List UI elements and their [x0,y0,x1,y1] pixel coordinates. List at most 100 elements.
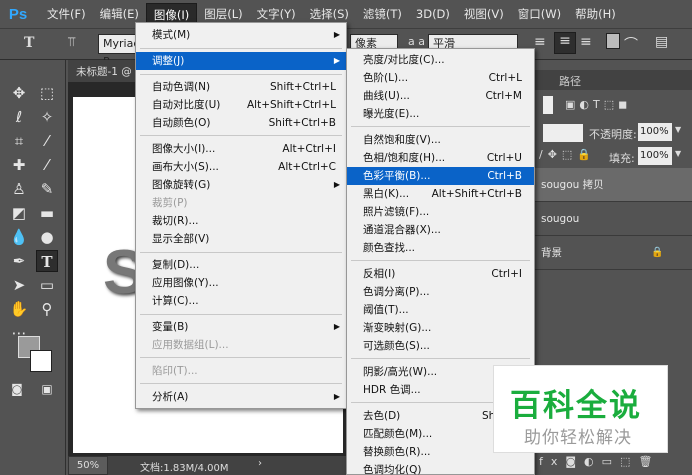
opacity-dropdown-icon[interactable]: ▼ [675,125,681,134]
screen-mode-icon[interactable]: ▣ [36,378,58,400]
image-menu-item[interactable]: 图像旋转(G) ▶ [136,176,346,194]
adjust-menu-item[interactable]: 颜色查找... [347,239,534,257]
history-brush-icon[interactable]: ✎ [36,178,58,200]
character-panel-icon[interactable]: ▤ [655,34,668,50]
image-menu-item[interactable]: 画布大小(S)... Alt+Ctrl+C [136,158,346,176]
text-color-swatch[interactable] [606,33,620,49]
doc-info[interactable]: 文档:1.83M/4.00M [140,459,229,474]
adjust-menu-item[interactable]: 曲线(U)... Ctrl+M [347,87,534,105]
lock-icons[interactable]: /✥⬚🔒 [539,148,596,161]
tab-paths[interactable]: 路径 [559,73,581,89]
menu-view[interactable]: 视图(V) [457,3,511,25]
adjust-menu-item[interactable]: 渐变映射(G)... [347,319,534,337]
adjust-menu-item[interactable]: 可选颜色(S)... [347,337,534,355]
eyedropper-icon[interactable]: ⁄ [36,130,58,152]
type-tool-icon[interactable]: T [36,250,58,272]
image-menu-item[interactable]: 自动对比度(U) Alt+Shift+Ctrl+L [136,96,346,114]
adjust-menu-item[interactable]: 色阶(L)... Ctrl+L [347,69,534,87]
hand-tool-icon[interactable]: ✋ [8,298,30,320]
adjust-menu-item[interactable]: 色相/饱和度(H)... Ctrl+U [347,149,534,167]
image-menu-item-shortcut: Alt+Shift+Ctrl+L [246,99,336,111]
zoom-tool-icon[interactable]: ⚲ [36,298,58,320]
image-menu-item[interactable]: 显示全部(V) [136,230,346,248]
layer-actions-bar[interactable]: fx◙◐▭⬚🗑 [535,452,692,475]
image-menu-item[interactable]: 模式(M) ▶ [136,26,346,44]
layer-filter-field[interactable] [543,96,553,114]
menu-help[interactable]: 帮助(H) [568,3,623,25]
image-menu-item[interactable]: 计算(C)... [136,292,346,310]
adjust-menu-item[interactable]: 色彩平衡(B)... Ctrl+B [347,167,534,185]
blend-mode-field[interactable] [543,124,583,142]
menu-3d[interactable]: 3D(D) [409,3,457,25]
layer-row[interactable]: sougou 拷贝 [535,168,692,202]
opacity-label: 不透明度: [589,128,637,141]
lasso-tool-icon[interactable]: ℓ [8,106,30,128]
image-menu-item[interactable]: 自动色调(N) Shift+Ctrl+L [136,78,346,96]
adjust-menu-item[interactable]: 曝光度(E)... [347,105,534,123]
adjust-menu-item[interactable]: 黑白(K)... Alt+Shift+Ctrl+B [347,185,534,203]
move-tool-icon[interactable]: ✥ [8,82,30,104]
align-right-icon[interactable]: ≡ [580,34,592,50]
rectangle-tool-icon[interactable]: ▭ [36,274,58,296]
stamp-tool-icon[interactable]: ♙ [8,178,30,200]
menu-filter[interactable]: 滤镜(T) [356,3,409,25]
font-family-field[interactable]: Myriad P [98,34,140,68]
fill-field[interactable]: 100% [638,147,672,165]
image-menu-item[interactable]: 裁切(R)... [136,212,346,230]
adjust-menu-item[interactable]: 通道混合器(X)... [347,221,534,239]
crop-tool-icon[interactable]: ⌗ [8,130,30,152]
warp-text-icon[interactable]: ⌒ [624,34,638,54]
magic-wand-icon[interactable]: ✧ [36,106,58,128]
align-center-icon[interactable]: ≡ [554,32,576,54]
image-menu-item[interactable]: 图像大小(I)... Alt+Ctrl+I [136,140,346,158]
image-menu-item[interactable]: 分析(A) ▶ [136,388,346,406]
document-tab[interactable]: 未标题-1 @ [76,64,132,79]
image-menu-item[interactable]: 应用图像(Y)... [136,274,346,292]
menu-file[interactable]: 文件(F) [40,3,93,25]
adjust-menu-item-label: 阴影/高光(W)... [363,366,438,378]
zoom-level[interactable]: 50% [68,456,108,475]
layer-row[interactable]: sougou [535,202,692,236]
background-color-swatch[interactable] [30,350,52,372]
image-menu-item[interactable]: 调整(J) ▶ [136,52,346,70]
quick-mask-icon[interactable]: ◙ [6,378,28,400]
gradient-tool-icon[interactable]: ▬ [36,202,58,224]
eraser-tool-icon[interactable]: ◩ [8,202,30,224]
adjust-menu-item[interactable]: 色调均化(Q) [347,461,534,475]
text-orientation-icon[interactable]: ⫪ [68,35,75,50]
layer-filter-icons[interactable]: ▣◐T⬚◼ [565,98,631,111]
adjust-menu-item[interactable]: 阈值(T)... [347,301,534,319]
dodge-tool-icon[interactable]: ● [36,226,58,248]
path-selection-icon[interactable]: ➤ [8,274,30,296]
adjust-menu-item[interactable]: 色调分离(P)... [347,283,534,301]
adjust-menu-item[interactable]: 亮度/对比度(C)... [347,51,534,69]
adjust-menu-item[interactable]: 照片滤镜(F)... [347,203,534,221]
image-menu-item: 陷印(T)... [136,362,346,380]
adjust-menu-item[interactable]: 自然饱和度(V)... [347,131,534,149]
pen-tool-icon[interactable]: ✒ [8,250,30,272]
menu-separator [140,252,342,253]
image-menu-item[interactable]: 变量(B) ▶ [136,318,346,336]
status-arrow-icon[interactable]: › [258,458,262,469]
text-tool-preset[interactable]: T [24,35,34,51]
marquee-tool-icon[interactable]: ⬚ [36,82,58,104]
brush-tool-icon[interactable]: ⁄ [36,154,58,176]
status-bar: 50% 文档:1.83M/4.00M › [68,456,358,475]
adjust-menu-item-label: 色彩平衡(B)... [363,170,431,182]
healing-brush-icon[interactable]: ✚ [8,154,30,176]
menu-separator [140,357,342,358]
adjust-menu-item[interactable]: 反相(I) Ctrl+I [347,265,534,283]
menu-separator [140,74,342,75]
layer-row[interactable]: 背景 🔒 [535,236,692,270]
adjust-menu-item-label: 曲线(U)... [363,90,410,102]
adjust-menu-item-label: 黑白(K)... [363,188,410,200]
menu-window[interactable]: 窗口(W) [511,3,568,25]
menu-separator [140,314,342,315]
image-menu-item[interactable]: 复制(D)... [136,256,346,274]
blur-tool-icon[interactable]: 💧 [8,226,30,248]
align-left-icon[interactable]: ≡ [534,34,546,50]
fill-dropdown-icon[interactable]: ▼ [675,149,681,158]
opacity-field[interactable]: 100% [638,123,672,141]
image-menu-item[interactable]: 自动颜色(O) Shift+Ctrl+B [136,114,346,132]
watermark-title: 百科全说 [510,388,642,424]
